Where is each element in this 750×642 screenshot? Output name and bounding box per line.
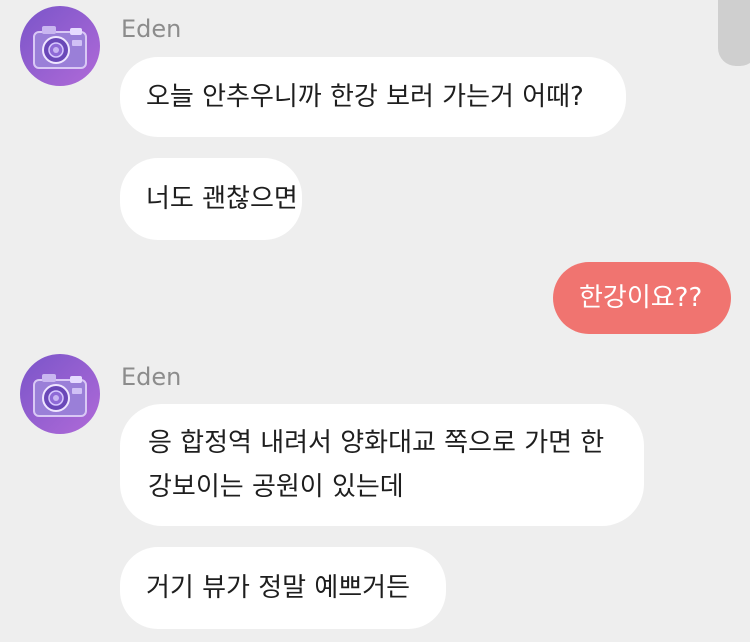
message-bubble[interactable]: 너도 괜찮으면 [120,158,302,240]
sender-name: Eden [121,363,182,391]
camera-avatar-icon[interactable] [20,354,100,434]
sender-name: Eden [121,15,182,43]
scrollbar-thumb[interactable] [718,0,750,66]
camera-avatar-icon[interactable] [20,6,100,86]
outgoing-message-bubble[interactable]: 한강이요?? [553,262,731,334]
message-bubble[interactable]: 오늘 안추우니까 한강 보러 가는거 어때? [120,57,626,137]
message-bubble[interactable]: 거기 뷰가 정말 예쁘거든 [120,547,446,629]
message-bubble[interactable]: 응 합정역 내려서 양화대교 쪽으로 가면 한강보이는 공원이 있는데 [120,404,644,526]
